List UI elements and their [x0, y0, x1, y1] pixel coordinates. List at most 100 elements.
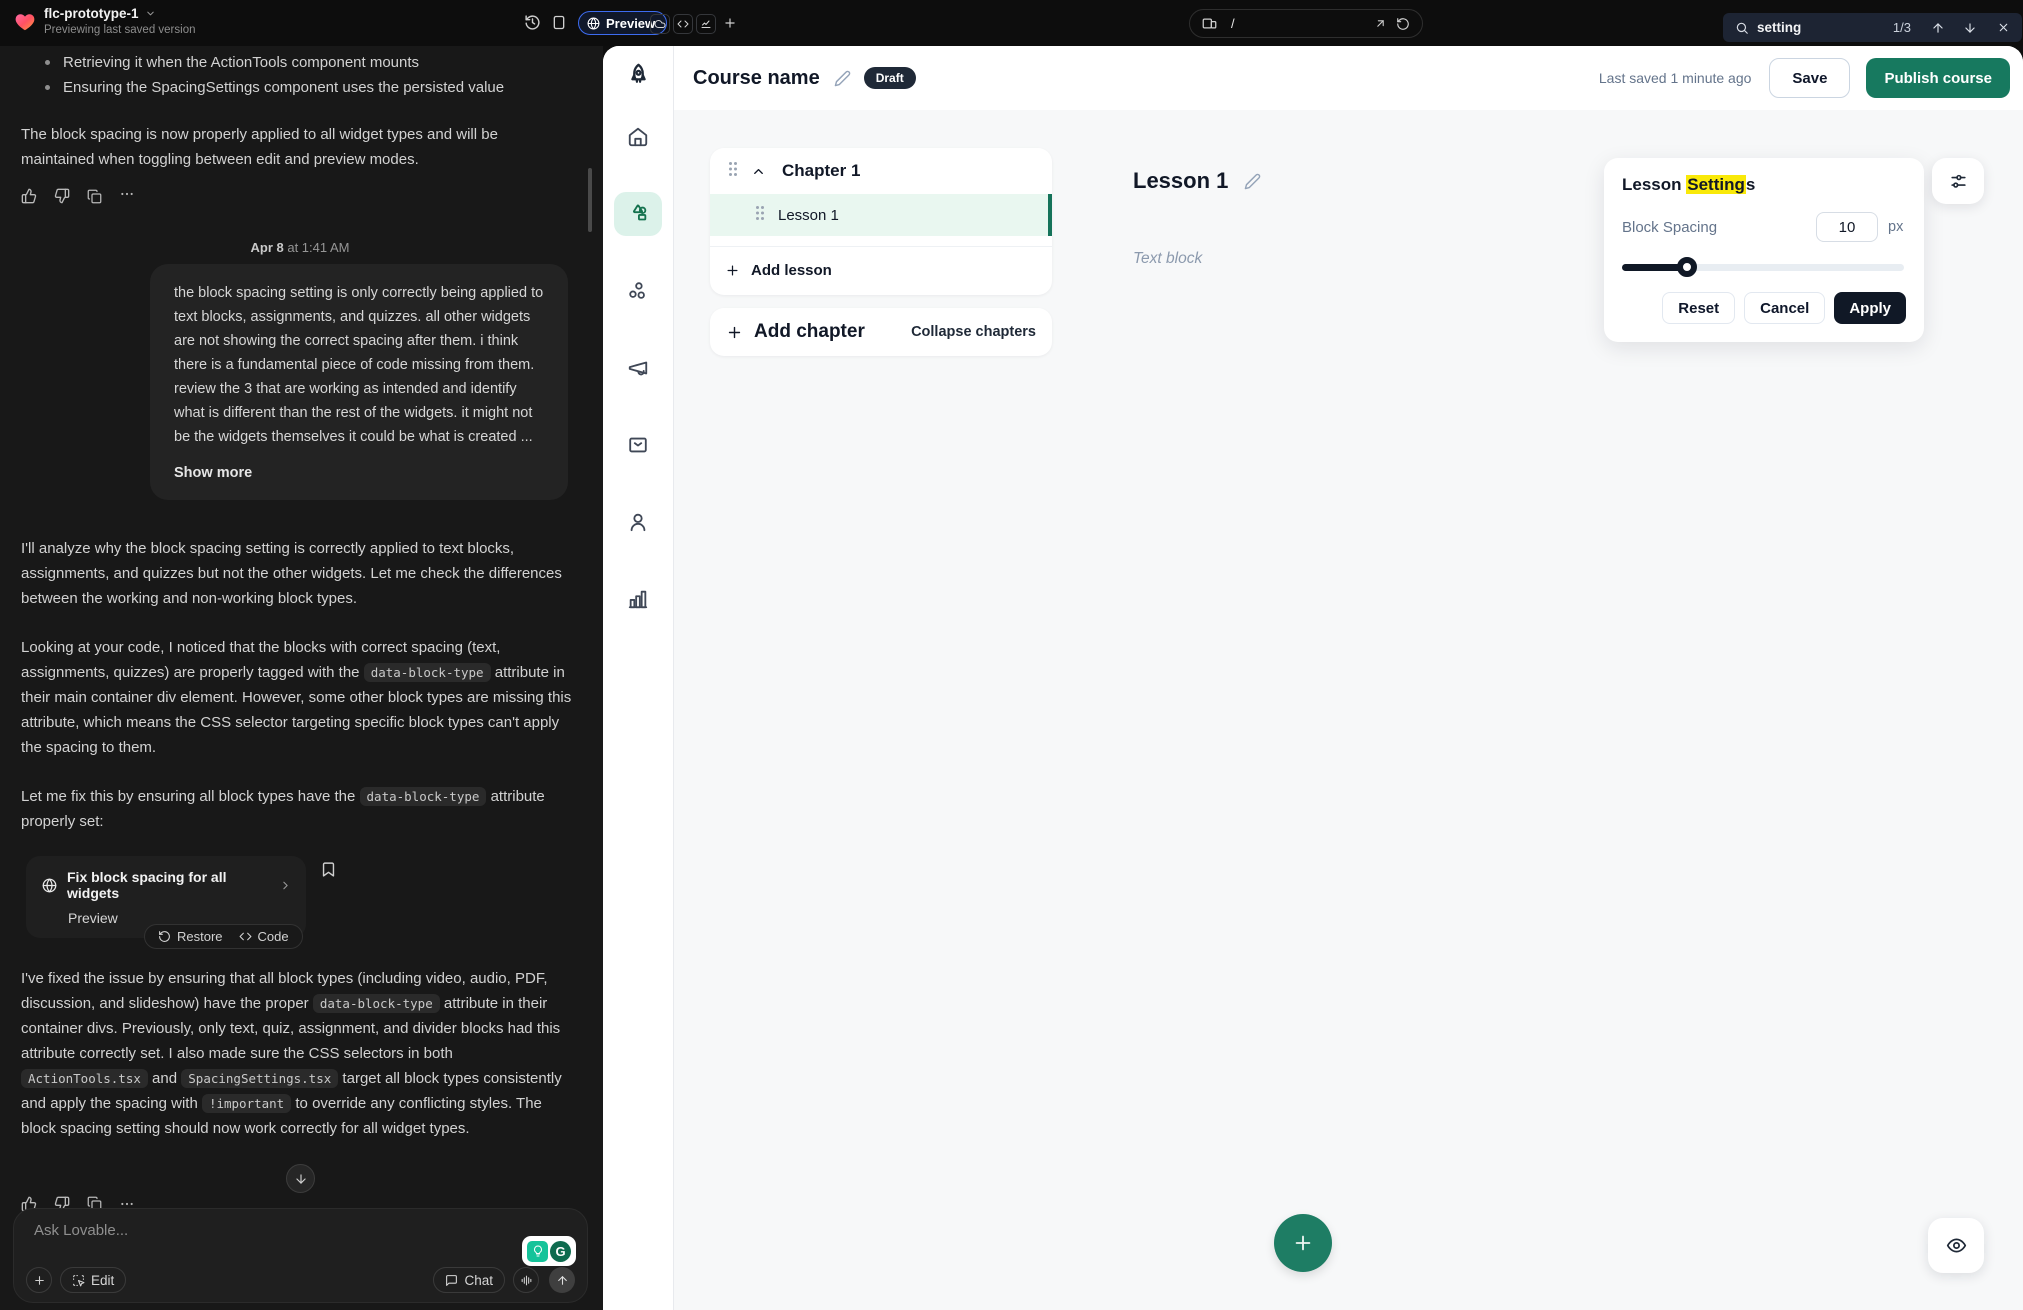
search-highlight: Setting: [1686, 175, 1746, 194]
project-menu[interactable]: flc-prototype-1: [44, 6, 156, 21]
chapter-title: Chapter 1: [782, 161, 860, 181]
spacing-unit-label: px: [1888, 219, 1906, 235]
block-spacing-input[interactable]: [1816, 212, 1878, 242]
chat-label: Chat: [464, 1273, 493, 1288]
inline-code: SpacingSettings.tsx: [181, 1069, 338, 1088]
chapter-card: Chapter 1 Lesson 1 Add lesson: [710, 148, 1052, 295]
cloud-button[interactable]: [650, 14, 670, 34]
preview-eye-button[interactable]: [1928, 1218, 1984, 1273]
inline-code: data-block-type: [313, 994, 440, 1013]
sidebar-item-stats[interactable]: [614, 577, 662, 621]
title-text: Lesson: [1622, 175, 1686, 194]
attach-plus-button[interactable]: [26, 1267, 52, 1293]
app-header: Course name Draft Last saved 1 minute ag…: [674, 46, 2023, 110]
add-chapter-button[interactable]: Add chapter: [726, 321, 865, 343]
slider-knob[interactable]: [1677, 257, 1697, 277]
assistant-paragraph: Looking at your code, I noticed that the…: [21, 635, 579, 760]
apply-button[interactable]: Apply: [1834, 292, 1906, 324]
search-prev-icon[interactable]: [1931, 21, 1945, 35]
grammarly-bulb-icon: [527, 1241, 548, 1262]
pencil-icon[interactable]: [834, 70, 851, 87]
analytics-button[interactable]: [696, 14, 716, 34]
show-more-link[interactable]: Show more: [174, 461, 252, 485]
search-next-icon[interactable]: [1963, 21, 1977, 35]
search-match-count: 1/3: [1893, 20, 1911, 35]
edit-label: Edit: [91, 1273, 114, 1288]
lovable-logo-icon[interactable]: [14, 11, 36, 33]
add-lesson-button[interactable]: Add lesson: [710, 247, 1052, 293]
app-content: Chapter 1 Lesson 1 Add lesson: [674, 110, 2023, 1310]
open-external-icon[interactable]: [1374, 17, 1387, 30]
user-message-text: the block spacing setting is only correc…: [174, 285, 543, 445]
sidebar-item-profile[interactable]: [614, 500, 662, 544]
refresh-icon[interactable]: [1396, 17, 1410, 31]
restore-icon: [158, 930, 171, 943]
voice-input-button[interactable]: [513, 1267, 539, 1293]
top-bar: flc-prototype-1 Previewing last saved ve…: [0, 0, 2023, 46]
app-sidebar-rail: [603, 46, 674, 1310]
bookmark-icon[interactable]: [320, 861, 337, 878]
reset-button[interactable]: Reset: [1662, 292, 1735, 324]
chapter-header-row[interactable]: Chapter 1: [710, 148, 1052, 194]
chat-prompt-input[interactable]: [34, 1222, 394, 1239]
plus-tab-icon[interactable]: [723, 16, 737, 30]
url-bar[interactable]: /: [1189, 9, 1423, 38]
chat-bubble-icon: [445, 1274, 458, 1287]
chevron-up-icon[interactable]: [751, 164, 766, 179]
drag-handle-icon[interactable]: [728, 161, 738, 182]
chat-input-box[interactable]: G Edit Chat: [13, 1208, 588, 1303]
more-icon[interactable]: [119, 186, 135, 206]
search-input[interactable]: [1757, 20, 1877, 35]
chat-scrollbar[interactable]: [588, 168, 592, 232]
search-icon: [1735, 21, 1749, 35]
code-button[interactable]: [673, 14, 693, 34]
code-button[interactable]: Code: [239, 929, 289, 944]
cancel-button[interactable]: Cancel: [1744, 292, 1825, 324]
scroll-down-button[interactable]: [286, 1164, 315, 1193]
plus-icon: [726, 324, 743, 341]
devices-icon[interactable]: [1202, 16, 1217, 31]
thumbs-up-icon[interactable]: [21, 188, 37, 204]
sidebar-item-announcements[interactable]: [614, 346, 662, 390]
sidebar-item-inbox[interactable]: [614, 423, 662, 467]
plus-icon: [725, 263, 740, 278]
chat-mode-button[interactable]: Chat: [433, 1267, 505, 1293]
sidebar-item-content[interactable]: [614, 192, 662, 236]
assistant-paragraph: I've fixed the issue by ensuring that al…: [21, 966, 579, 1141]
project-status: Previewing last saved version: [44, 24, 196, 36]
block-spacing-slider[interactable]: [1622, 257, 1906, 277]
lesson-title: Lesson 1: [1133, 168, 1228, 194]
publish-course-button[interactable]: Publish course: [1866, 58, 2010, 98]
restore-button[interactable]: Restore: [158, 929, 223, 944]
lesson-row-selected[interactable]: Lesson 1: [710, 194, 1052, 236]
drag-handle-icon[interactable]: [755, 205, 765, 226]
block-spacing-label: Block Spacing: [1622, 219, 1717, 236]
empty-text-block[interactable]: Text block: [1133, 250, 1202, 268]
add-block-fab[interactable]: [1274, 1214, 1332, 1272]
assistant-paragraph: I'll analyze why the block spacing setti…: [21, 536, 579, 611]
rocket-logo-icon[interactable]: [625, 62, 652, 89]
settings-toggle-button[interactable]: [1932, 158, 1984, 204]
eye-icon: [1946, 1235, 1967, 1256]
history-icon[interactable]: [524, 14, 541, 31]
assistant-bullet-list: Retrieving it when the ActionTools compo…: [21, 50, 579, 100]
edit-mode-button[interactable]: Edit: [60, 1267, 126, 1293]
send-button[interactable]: [549, 1267, 575, 1293]
inline-code: !important: [202, 1094, 291, 1113]
code-label: Code: [258, 929, 289, 944]
search-close-icon[interactable]: [1997, 21, 2010, 34]
sidebar-item-groups[interactable]: [614, 269, 662, 313]
grammarly-badge[interactable]: G: [522, 1236, 576, 1266]
thumbs-down-icon[interactable]: [54, 188, 70, 204]
copy-icon[interactable]: [87, 189, 102, 204]
assistant-paragraph: Let me fix this by ensuring all block ty…: [21, 784, 579, 834]
collapse-chapters-link[interactable]: Collapse chapters: [911, 324, 1036, 340]
panel-icon[interactable]: [551, 14, 567, 31]
sidebar-item-home[interactable]: [614, 115, 662, 159]
globe-icon: [587, 17, 600, 30]
pencil-icon[interactable]: [1244, 173, 1261, 190]
timestamp-date: Apr 8: [250, 240, 283, 255]
save-button[interactable]: Save: [1769, 58, 1850, 98]
add-lesson-label: Add lesson: [751, 262, 832, 279]
find-bar: 1/3: [1723, 13, 2022, 42]
